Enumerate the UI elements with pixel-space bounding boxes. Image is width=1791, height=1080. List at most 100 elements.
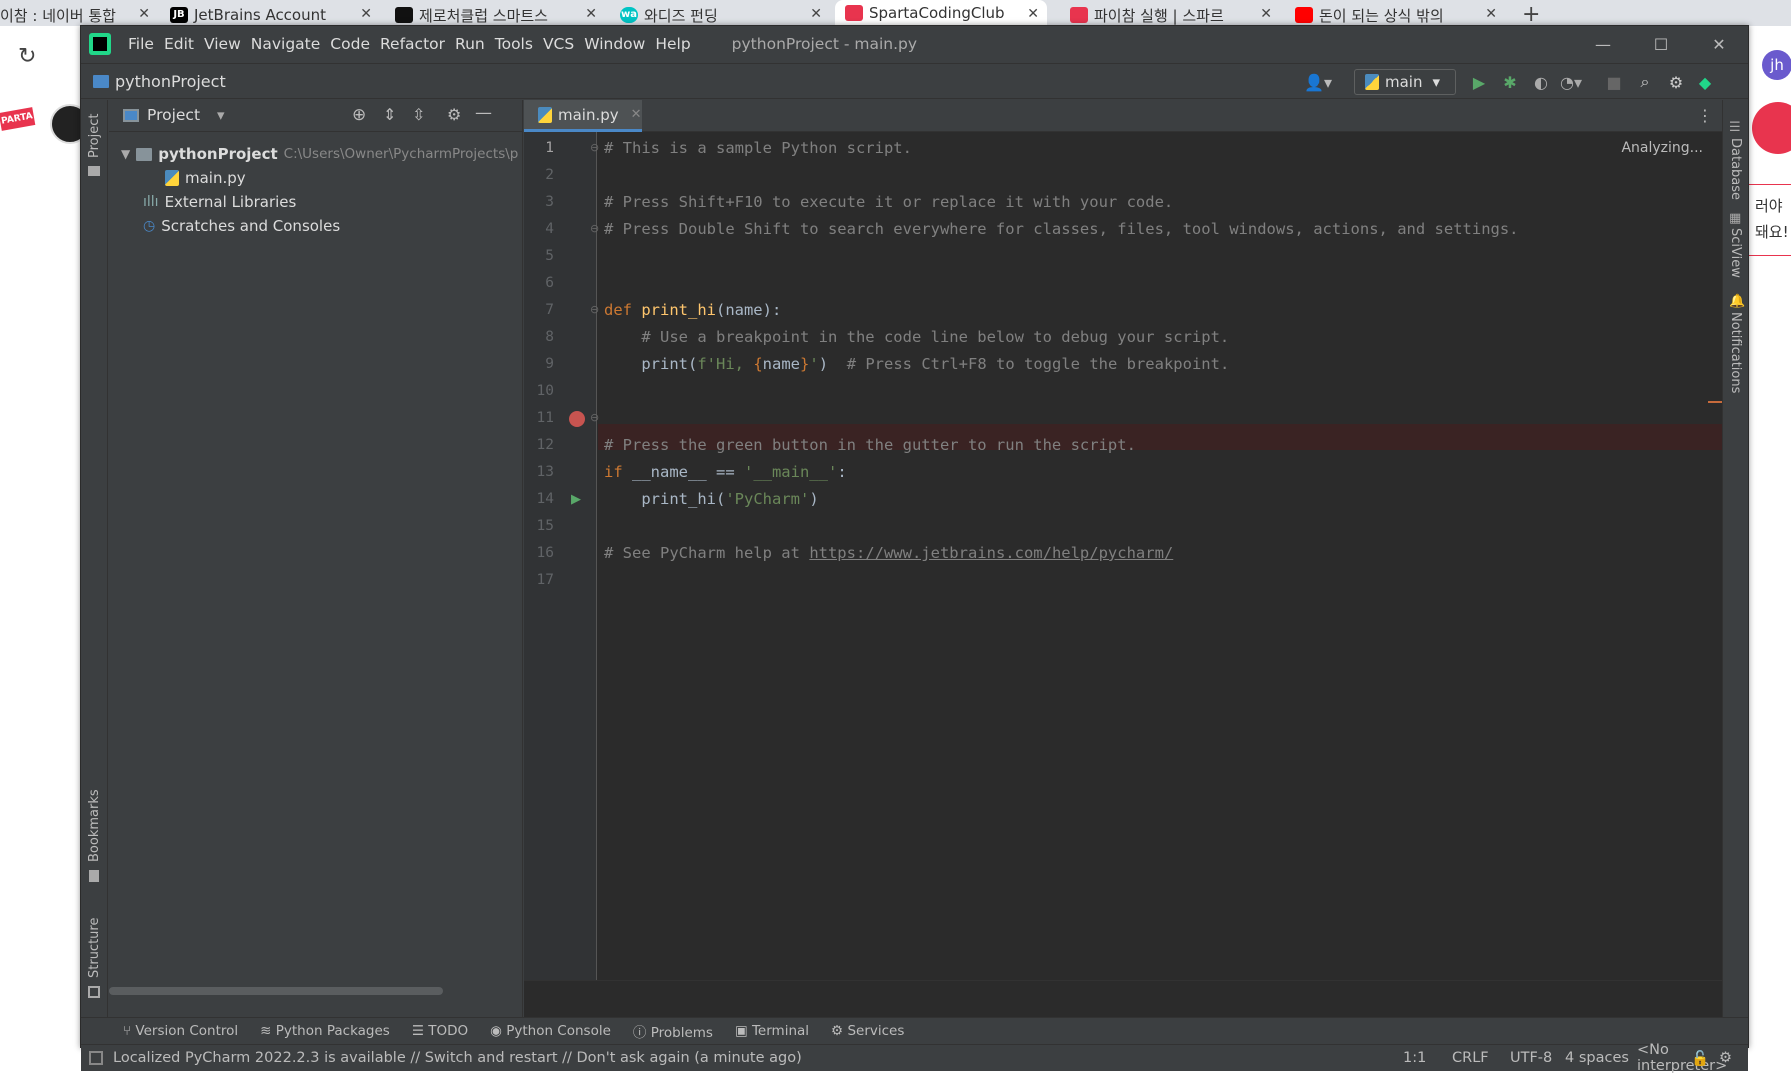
services-tool-button[interactable]: ⚙ Services [831, 1023, 904, 1039]
browser-tab[interactable]: JB JetBrains Account ✕ [170, 4, 372, 26]
fold-icon[interactable]: ⊖ [590, 303, 599, 316]
run-configuration-select[interactable]: main ▾ [1354, 69, 1456, 95]
problems-tool-button[interactable]: ⓘ Problems [633, 1021, 713, 1041]
close-icon[interactable]: ✕ [631, 107, 642, 122]
python-console-tool-button[interactable]: ◉ Python Console [490, 1023, 611, 1039]
toggle-tool-windows-icon[interactable] [89, 1051, 103, 1065]
fold-icon[interactable]: ⊖ [590, 141, 599, 154]
menu-run[interactable]: Run [450, 35, 490, 53]
browser-tab[interactable]: 돈이 되는 상식 밖의 ✕ [1295, 4, 1497, 26]
menu-refactor[interactable]: Refactor [375, 35, 450, 53]
bookmarks-tool-button[interactable]: Bookmarks [87, 789, 102, 862]
new-tab-icon[interactable]: + [1522, 2, 1540, 27]
code-line-16[interactable]: # See PyCharm help at https://www.jetbra… [604, 544, 1173, 562]
menu-file[interactable]: File [123, 35, 159, 53]
expand-all-icon[interactable]: ⇕ [383, 105, 396, 124]
close-icon[interactable]: ✕ [810, 6, 822, 22]
close-icon[interactable]: ✕ [138, 6, 150, 22]
close-icon[interactable]: ✕ [1690, 26, 1748, 62]
chevron-down-icon[interactable]: ▾ [217, 106, 225, 124]
avatar[interactable]: jh [1762, 50, 1791, 80]
code-line-4[interactable]: # Press Double Shift to search everywher… [604, 220, 1519, 238]
breakpoint-icon[interactable] [569, 411, 585, 427]
version-control-tool-button[interactable]: ⑂ Version Control [123, 1023, 238, 1039]
tree-item-scratches[interactable]: ◷ Scratches and Consoles [143, 214, 340, 238]
close-icon[interactable]: ✕ [585, 6, 597, 22]
code-line-7[interactable]: def print_hi(name): [604, 301, 781, 319]
error-stripe-mark[interactable] [1708, 401, 1722, 403]
bookmark-icon [89, 870, 99, 882]
stop-icon[interactable]: ■ [1604, 72, 1624, 92]
close-icon[interactable]: ✕ [1260, 6, 1272, 22]
lock-icon[interactable]: 🔓 [1691, 1050, 1709, 1067]
locate-icon[interactable]: ⊕ [352, 105, 366, 125]
horizontal-scrollbar[interactable] [109, 987, 443, 995]
code-line-14[interactable]: print_hi('PyCharm') [604, 490, 818, 508]
project-tool-button[interactable]: Project [87, 114, 102, 158]
file-encoding[interactable]: UTF-8 [1510, 1050, 1552, 1066]
fold-icon[interactable]: ⊖ [590, 411, 599, 424]
search-icon[interactable]: ⌕ [1635, 72, 1655, 92]
status-message[interactable]: Localized PyCharm 2022.2.3 is available … [113, 1050, 802, 1066]
user-icon[interactable]: 👤▾ [1301, 72, 1335, 92]
line-separator[interactable]: CRLF [1452, 1050, 1489, 1066]
tree-item-main-py[interactable]: main.py [165, 166, 246, 190]
minimize-icon[interactable]: — [1574, 26, 1632, 62]
maximize-icon[interactable]: ☐ [1632, 26, 1690, 62]
run-icon[interactable]: ▶ [1469, 72, 1489, 92]
breadcrumb[interactable]: pythonProject [93, 72, 226, 91]
fold-icon[interactable]: ⊖ [590, 222, 599, 235]
menu-vcs[interactable]: VCS [538, 35, 579, 53]
code-line-12[interactable]: # Press the green button in the gutter t… [604, 436, 1136, 454]
collapse-all-icon[interactable]: ⇳ [412, 105, 425, 124]
todo-tool-button[interactable]: ☰ TODO [412, 1023, 468, 1039]
sciview-tool-button[interactable]: SciView [1728, 228, 1743, 278]
structure-tool-button[interactable]: Structure [87, 918, 102, 978]
menu-tools[interactable]: Tools [490, 35, 538, 53]
notifications-tool-button[interactable]: Notifications [1728, 312, 1743, 393]
more-options-icon[interactable]: ⋮ [1697, 106, 1713, 125]
tree-item-external-libraries[interactable]: ıllı External Libraries [143, 190, 296, 214]
menu-view[interactable]: View [199, 35, 246, 53]
gear-icon[interactable]: ⚙ [1666, 72, 1686, 92]
project-panel-title[interactable]: Project [147, 106, 200, 124]
tree-item-label: main.py [185, 169, 246, 187]
profile-icon[interactable]: ◔▾ [1560, 72, 1582, 92]
browser-tab[interactable]: 제로처클럽 스마트스 ✕ [395, 4, 597, 26]
reload-icon[interactable]: ↻ [18, 44, 36, 69]
debug-icon[interactable]: ✱ [1500, 72, 1520, 92]
indent-setting[interactable]: 4 spaces [1565, 1050, 1629, 1066]
hide-icon[interactable]: — [475, 103, 492, 123]
menu-edit[interactable]: Edit [159, 35, 199, 53]
menu-navigate[interactable]: Navigate [246, 35, 326, 53]
code-line-13[interactable]: if __name__ == '__main__': [604, 463, 847, 481]
floating-button[interactable] [1752, 102, 1791, 154]
run-gutter-icon[interactable]: ▶ [571, 492, 581, 507]
menu-help[interactable]: Help [650, 35, 695, 53]
browser-tab[interactable]: wa 와디즈 펀딩 ✕ [620, 4, 822, 26]
gear-icon[interactable]: ⚙ [447, 105, 461, 124]
browser-tab[interactable]: 이참 : 네이버 통합 ✕ [0, 4, 150, 26]
browser-tab-active[interactable]: SpartaCodingClub ✕ [835, 0, 1047, 26]
browser-tab[interactable]: 파이참 실행 | 스파르 ✕ [1070, 4, 1272, 26]
memory-icon[interactable]: ⚙ [1719, 1050, 1732, 1066]
jetbrains-toolbox-icon[interactable]: ◆ [1695, 72, 1715, 92]
code-line-8[interactable]: # Use a breakpoint in the code line belo… [604, 328, 1229, 346]
terminal-tool-button[interactable]: ▣ Terminal [735, 1023, 809, 1039]
menu-code[interactable]: Code [325, 35, 375, 53]
caret-position[interactable]: 1:1 [1403, 1050, 1426, 1066]
code-line-3[interactable]: # Press Shift+F10 to execute it or repla… [604, 193, 1173, 211]
database-tool-button[interactable]: Database [1728, 138, 1743, 200]
side-banner[interactable]: 러야 돼요! [1748, 184, 1791, 256]
gutter[interactable]: 1 2 3 4 5 6 7 8 9 10 11 12 13 14 15 16 1… [524, 132, 599, 980]
tree-item-root[interactable]: ▼ pythonProject C:\Users\Owner\PycharmPr… [121, 142, 518, 166]
close-icon[interactable]: ✕ [1485, 6, 1497, 22]
close-icon[interactable]: ✕ [1027, 6, 1039, 22]
coverage-icon[interactable]: ◐ [1531, 72, 1551, 92]
close-icon[interactable]: ✕ [360, 6, 372, 22]
code-line-1[interactable]: # This is a sample Python script. [604, 139, 912, 157]
python-packages-tool-button[interactable]: ≋ Python Packages [260, 1023, 390, 1039]
menu-window[interactable]: Window [579, 35, 650, 53]
tab-main-py[interactable]: main.py ✕ [524, 100, 642, 132]
code-line-9[interactable]: print(f'Hi, {name}') # Press Ctrl+F8 to … [604, 355, 1229, 373]
